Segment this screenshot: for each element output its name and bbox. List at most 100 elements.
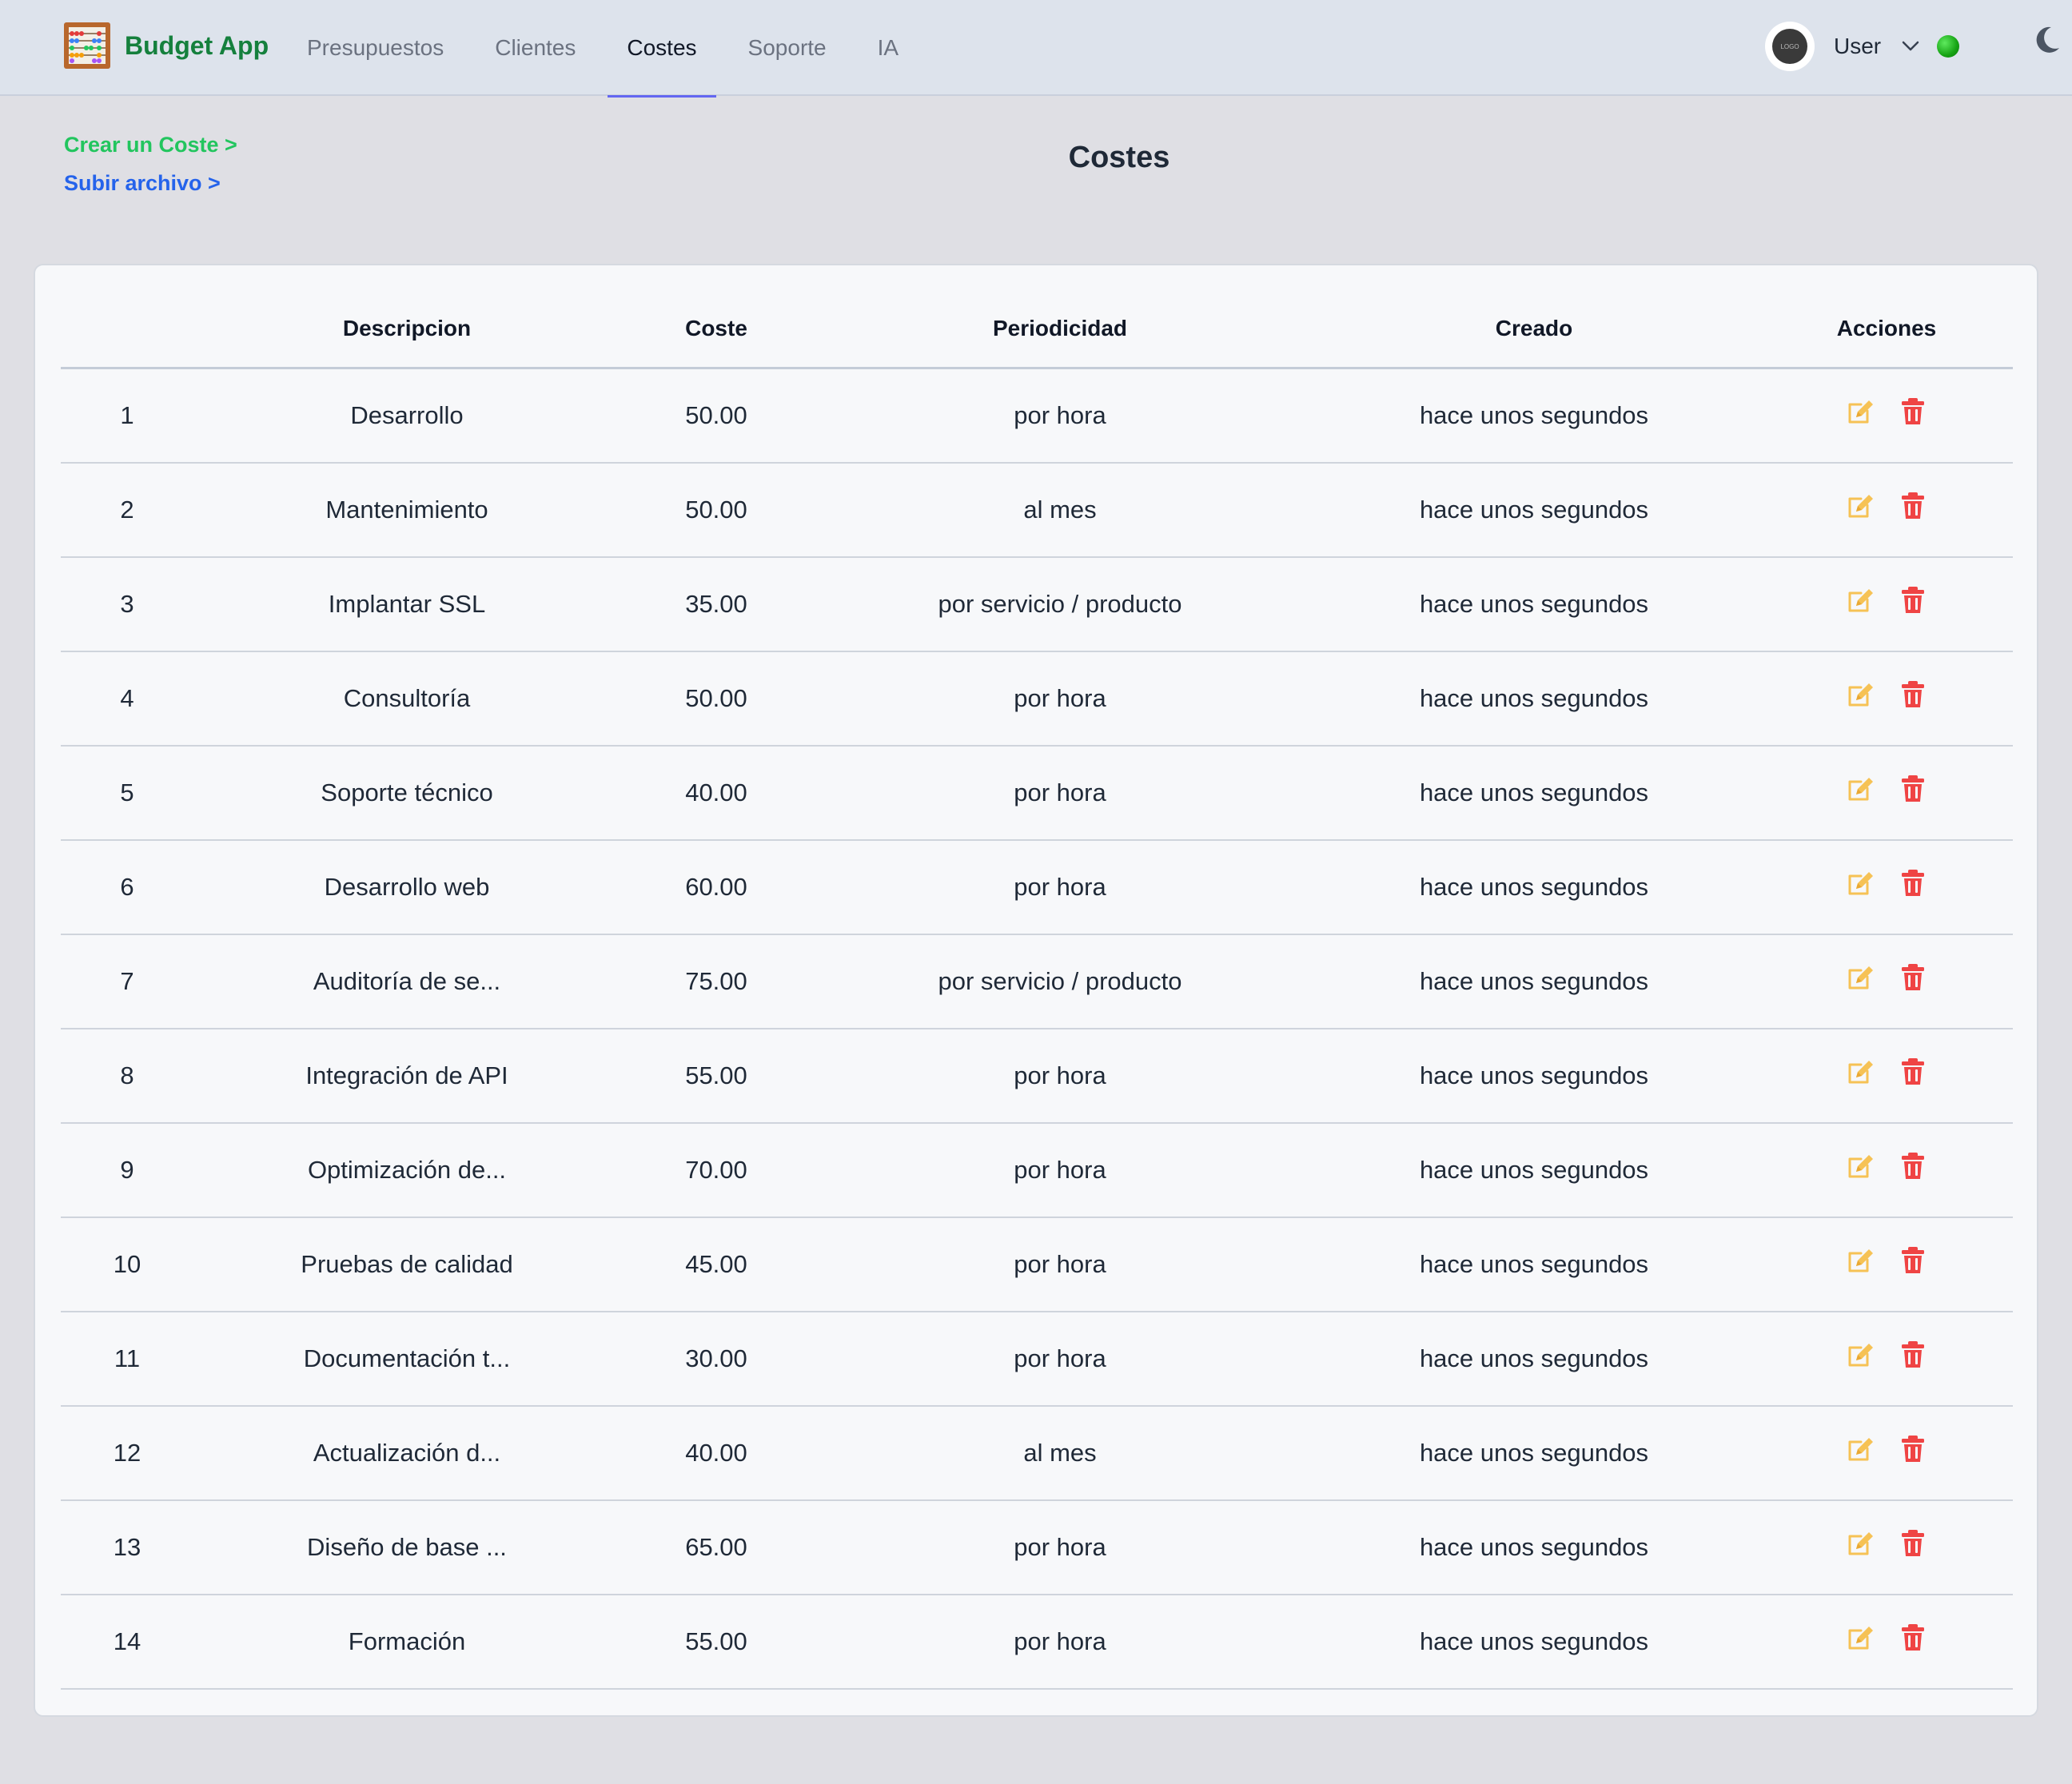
table-row: 1 Desarrollo 50.00 por hora hace unos se… (61, 369, 2013, 464)
row-description: Documentación t... (303, 1344, 511, 1372)
nav-item-ia[interactable]: IA (852, 0, 924, 96)
avatar[interactable]: LOGO (1765, 22, 1815, 71)
row-actions (1760, 585, 2013, 623)
table-header: Descripcion Coste Periodicidad Creado Ac… (61, 289, 2013, 369)
trash-icon[interactable] (1898, 1057, 1928, 1087)
row-description: Consultoría (343, 684, 471, 712)
brand-name: Budget App (125, 30, 269, 60)
trash-icon[interactable] (1898, 1528, 1928, 1559)
nav-item-clientes[interactable]: Clientes (469, 0, 601, 96)
row-periodicity: por hora (1014, 1250, 1106, 1278)
row-periodicity: por servicio / producto (938, 590, 1182, 618)
trash-icon[interactable] (1898, 1340, 1928, 1370)
row-created: hace unos segundos (1419, 1250, 1649, 1278)
edit-icon[interactable] (1845, 491, 1875, 521)
edit-icon[interactable] (1845, 1623, 1875, 1653)
row-cost: 50.00 (685, 401, 747, 429)
edit-icon[interactable] (1845, 1151, 1875, 1181)
brand[interactable]: Budget App (62, 18, 269, 74)
row-created: hace unos segundos (1419, 1439, 1649, 1467)
row-cost: 75.00 (685, 967, 747, 995)
costs-table: Descripcion Coste Periodicidad Creado Ac… (61, 289, 2013, 1690)
trash-icon[interactable] (1898, 1434, 1928, 1464)
costs-table-card: Descripcion Coste Periodicidad Creado Ac… (34, 264, 2038, 1717)
trash-icon[interactable] (1898, 679, 1928, 710)
row-periodicity: por hora (1014, 1061, 1106, 1089)
moon-icon[interactable] (2030, 24, 2062, 56)
trash-icon[interactable] (1898, 585, 1928, 615)
top-navbar: Budget App Presupuestos Clientes Costes … (0, 0, 2072, 98)
edit-icon[interactable] (1845, 396, 1875, 427)
row-created: hace unos segundos (1419, 967, 1649, 995)
table-row: 9 Optimización de... 70.00 por hora hace… (61, 1124, 2013, 1218)
row-actions (1760, 396, 2013, 435)
row-cost: 50.00 (685, 496, 747, 524)
trash-icon[interactable] (1898, 1623, 1928, 1653)
row-description: Auditoría de se... (313, 967, 501, 995)
row-index: 8 (120, 1061, 134, 1089)
edit-icon[interactable] (1845, 1245, 1875, 1276)
edit-icon[interactable] (1845, 585, 1875, 615)
chevron-down-icon[interactable] (1900, 36, 1921, 57)
row-cost: 65.00 (685, 1533, 747, 1561)
row-index: 5 (120, 779, 134, 806)
row-actions (1760, 1528, 2013, 1567)
user-name[interactable]: User (1834, 34, 1881, 59)
trash-icon[interactable] (1898, 962, 1928, 993)
trash-icon[interactable] (1898, 774, 1928, 804)
edit-icon[interactable] (1845, 868, 1875, 898)
row-description: Optimización de... (307, 1156, 507, 1184)
row-description: Integración de API (305, 1061, 508, 1089)
row-actions (1760, 1245, 2013, 1284)
table-row: 10 Pruebas de calidad 45.00 por hora hac… (61, 1218, 2013, 1312)
table-row: 5 Soporte técnico 40.00 por hora hace un… (61, 747, 2013, 841)
row-cost: 45.00 (685, 1250, 747, 1278)
edit-icon[interactable] (1845, 774, 1875, 804)
table-row: 2 Mantenimiento 50.00 al mes hace unos s… (61, 464, 2013, 558)
row-cost: 70.00 (685, 1156, 747, 1184)
row-created: hace unos segundos (1419, 496, 1649, 524)
row-description: Formación (348, 1627, 466, 1655)
page-title: Costes (1068, 141, 1170, 174)
nav-item-costes[interactable]: Costes (601, 0, 722, 98)
edit-icon[interactable] (1845, 1340, 1875, 1370)
trash-icon[interactable] (1898, 396, 1928, 427)
row-cost: 40.00 (685, 1439, 747, 1467)
avatar-logo: LOGO (1772, 29, 1807, 64)
trash-icon[interactable] (1898, 491, 1928, 521)
row-created: hace unos segundos (1419, 779, 1649, 806)
edit-icon[interactable] (1845, 1057, 1875, 1087)
row-cost: 30.00 (685, 1344, 747, 1372)
row-periodicity: por hora (1014, 1344, 1106, 1372)
table-row: 14 Formación 55.00 por hora hace unos se… (61, 1595, 2013, 1690)
row-index: 9 (120, 1156, 134, 1184)
row-cost: 40.00 (685, 779, 747, 806)
edit-icon[interactable] (1845, 1434, 1875, 1464)
row-index: 1 (120, 401, 134, 429)
row-created: hace unos segundos (1419, 1344, 1649, 1372)
row-periodicity: al mes (1023, 1439, 1097, 1467)
row-index: 12 (113, 1439, 141, 1467)
row-cost: 60.00 (685, 873, 747, 901)
row-index: 11 (114, 1344, 141, 1372)
edit-icon[interactable] (1845, 962, 1875, 993)
edit-icon[interactable] (1845, 1528, 1875, 1559)
nav-item-presupuestos[interactable]: Presupuestos (281, 0, 469, 96)
row-description: Actualización d... (313, 1439, 501, 1467)
row-description: Desarrollo (350, 401, 464, 429)
table-row: 3 Implantar SSL 35.00 por servicio / pro… (61, 558, 2013, 652)
trash-icon[interactable] (1898, 1245, 1928, 1276)
trash-icon[interactable] (1898, 1151, 1928, 1181)
row-description: Soporte técnico (321, 779, 493, 806)
row-cost: 35.00 (685, 590, 747, 618)
row-description: Implantar SSL (328, 590, 486, 618)
user-menu[interactable]: LOGO User (1765, 21, 1960, 72)
trash-icon[interactable] (1898, 868, 1928, 898)
table-row: 8 Integración de API 55.00 por hora hace… (61, 1029, 2013, 1124)
row-index: 13 (113, 1533, 141, 1561)
nav-item-soporte[interactable]: Soporte (723, 0, 852, 96)
edit-icon[interactable] (1845, 679, 1875, 710)
table-row: 7 Auditoría de se... 75.00 por servicio … (61, 935, 2013, 1029)
row-periodicity: por hora (1014, 873, 1106, 901)
row-created: hace unos segundos (1419, 401, 1649, 429)
